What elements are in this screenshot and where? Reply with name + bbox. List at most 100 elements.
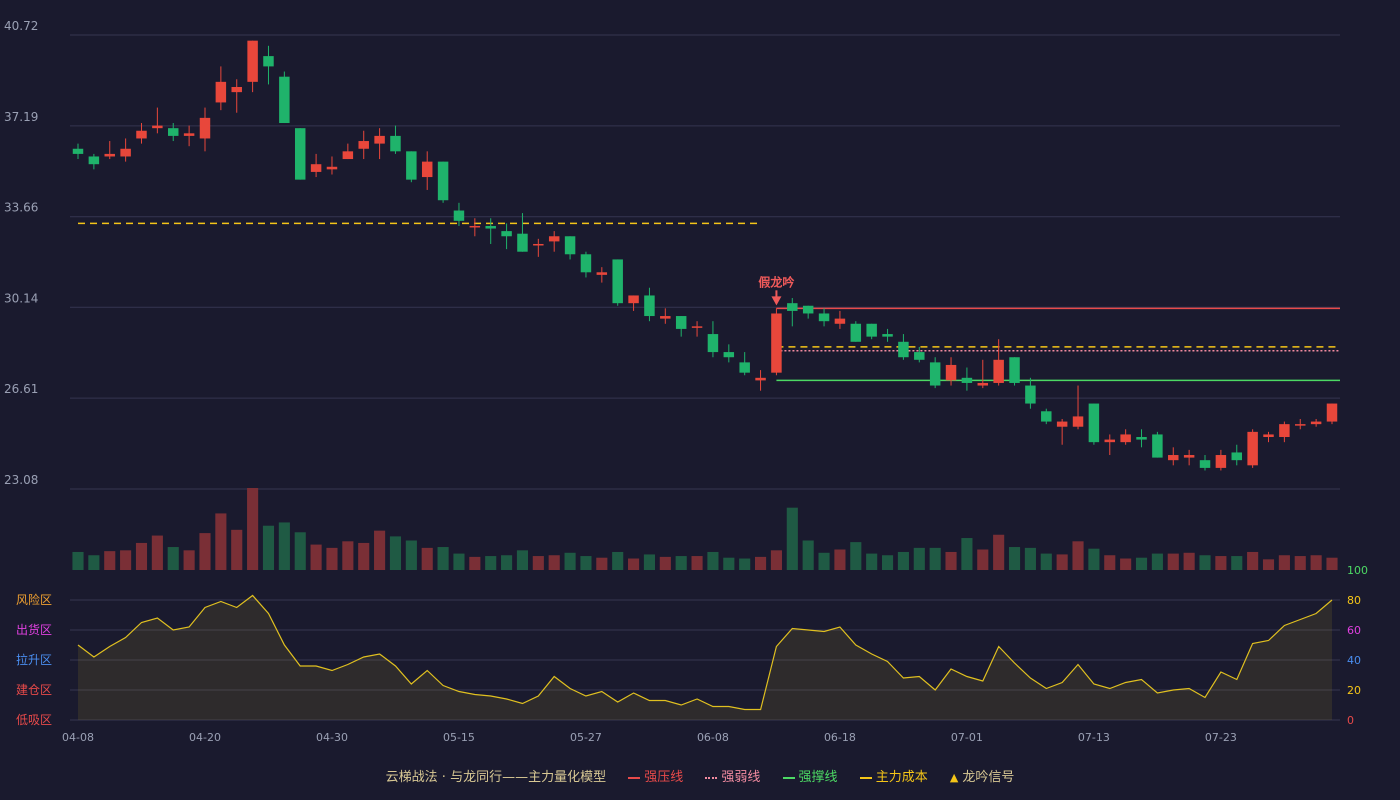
date-tick-label: 04-30 xyxy=(316,731,348,744)
candle-body xyxy=(961,377,973,383)
legend-weak-line[interactable]: 强弱线 xyxy=(705,766,760,785)
candle-body xyxy=(548,236,560,242)
volume-bar xyxy=(612,551,624,570)
volume-bar xyxy=(945,551,957,570)
candle-body xyxy=(929,362,941,386)
candle-body xyxy=(310,164,322,172)
oscillator-zone-label: 出货区 xyxy=(16,622,52,637)
candle-body xyxy=(1120,434,1131,443)
volume-bar xyxy=(1262,559,1275,570)
candle-body xyxy=(818,313,830,322)
volume-bar xyxy=(929,547,941,570)
candle-body xyxy=(1263,434,1274,438)
volume-bar xyxy=(1135,557,1148,570)
candle-body xyxy=(1025,385,1036,404)
volume-bar xyxy=(564,552,576,570)
candle-body xyxy=(660,316,671,319)
candle-body xyxy=(104,153,115,157)
candle-body xyxy=(1310,421,1322,425)
legend-support-line[interactable]: 强撑线 xyxy=(782,766,838,785)
candle-body xyxy=(199,117,211,139)
volume-bar xyxy=(1183,552,1195,570)
oscillator-tick-label: 80 xyxy=(1347,594,1361,607)
legend-cost-line[interactable]: 主力成本 xyxy=(859,766,928,785)
candle-body xyxy=(1168,455,1179,461)
volume-bar xyxy=(786,507,798,570)
candle-body xyxy=(183,133,195,136)
oscillator-tick-label: 60 xyxy=(1347,624,1361,637)
volume-bar xyxy=(151,535,163,570)
volume-bar xyxy=(1215,556,1227,570)
volume-bar xyxy=(913,547,925,570)
price-tick-label: 23.08 xyxy=(4,473,38,487)
volume-bar xyxy=(135,542,148,570)
candle-body xyxy=(739,362,750,373)
volume-bar xyxy=(231,529,243,570)
candle-body xyxy=(644,295,655,317)
volume-bar xyxy=(199,533,211,570)
candle-body xyxy=(1056,421,1068,427)
volume-bar xyxy=(469,556,481,570)
candle-body xyxy=(374,135,385,144)
volume-bar xyxy=(1326,557,1338,570)
price-tick-label: 26.61 xyxy=(4,382,38,396)
candle-body xyxy=(247,40,258,82)
candle-body xyxy=(580,254,592,273)
volume-bar xyxy=(516,550,529,570)
candle-body xyxy=(628,295,639,304)
oscillator-tick-label: 100 xyxy=(1347,564,1368,577)
candle-body xyxy=(771,313,782,373)
volume-bar xyxy=(1151,553,1163,570)
volume-bar xyxy=(72,551,84,570)
volume-bar xyxy=(1278,555,1290,570)
candle-body xyxy=(945,364,957,381)
candle-body xyxy=(882,334,893,337)
candle-body xyxy=(993,359,1004,383)
volume-bar xyxy=(183,550,195,570)
oscillator-tick-label: 20 xyxy=(1347,684,1361,697)
volume-bar xyxy=(294,532,306,570)
candle-body xyxy=(136,130,147,139)
candle-body xyxy=(168,128,179,136)
date-tick-label: 05-27 xyxy=(570,731,602,744)
legend-signal[interactable]: ▲ 龙吟信号 xyxy=(950,766,1014,785)
volume-bar xyxy=(675,556,687,570)
candle-body xyxy=(1183,455,1195,458)
candle-body xyxy=(1088,403,1100,443)
volume-bar xyxy=(120,550,132,570)
volume-bar xyxy=(834,549,846,570)
candle-body xyxy=(850,323,862,342)
oscillator-tick-label: 0 xyxy=(1347,714,1354,727)
candle-body xyxy=(279,76,290,124)
volume-bar xyxy=(1294,556,1306,570)
candle-body xyxy=(294,128,306,180)
volume-bar xyxy=(1167,553,1179,570)
volume-bar xyxy=(358,542,370,570)
candle-body xyxy=(596,272,608,275)
legend-pressure-line[interactable]: 强压线 xyxy=(628,766,683,785)
date-tick-label: 05-15 xyxy=(443,731,475,744)
candle-body xyxy=(898,341,909,358)
volume-bar xyxy=(405,540,417,570)
candle-body xyxy=(1199,460,1211,468)
candle-body xyxy=(1215,455,1227,468)
volume-bar xyxy=(342,541,354,570)
candle-body xyxy=(501,231,512,237)
volume-bar xyxy=(628,558,640,570)
candle-body xyxy=(437,161,449,201)
volume-bar xyxy=(691,556,703,570)
candle-body xyxy=(802,305,814,314)
candle-body xyxy=(152,125,163,129)
volume-bar xyxy=(881,555,894,570)
volume-bar xyxy=(532,556,544,570)
chart-legend: 云梯战法 · 与龙同行——主力量化模型 强压线 强弱线 强撑线 主力成本 ▲ 龙吟… xyxy=(0,766,1400,785)
candle-body xyxy=(564,236,576,255)
chart-canvas: 40.72 37.19 33.66 30.14 26.61 23.08 100 80 60 40 2… xyxy=(4,19,1368,744)
volume-bar xyxy=(215,513,227,570)
volume-bar xyxy=(580,556,592,570)
volume-bar xyxy=(596,557,608,570)
date-tick-label: 07-13 xyxy=(1078,731,1110,744)
oscillator-panel xyxy=(77,594,1333,720)
volume-bar xyxy=(755,556,767,570)
candle-body xyxy=(231,86,242,93)
